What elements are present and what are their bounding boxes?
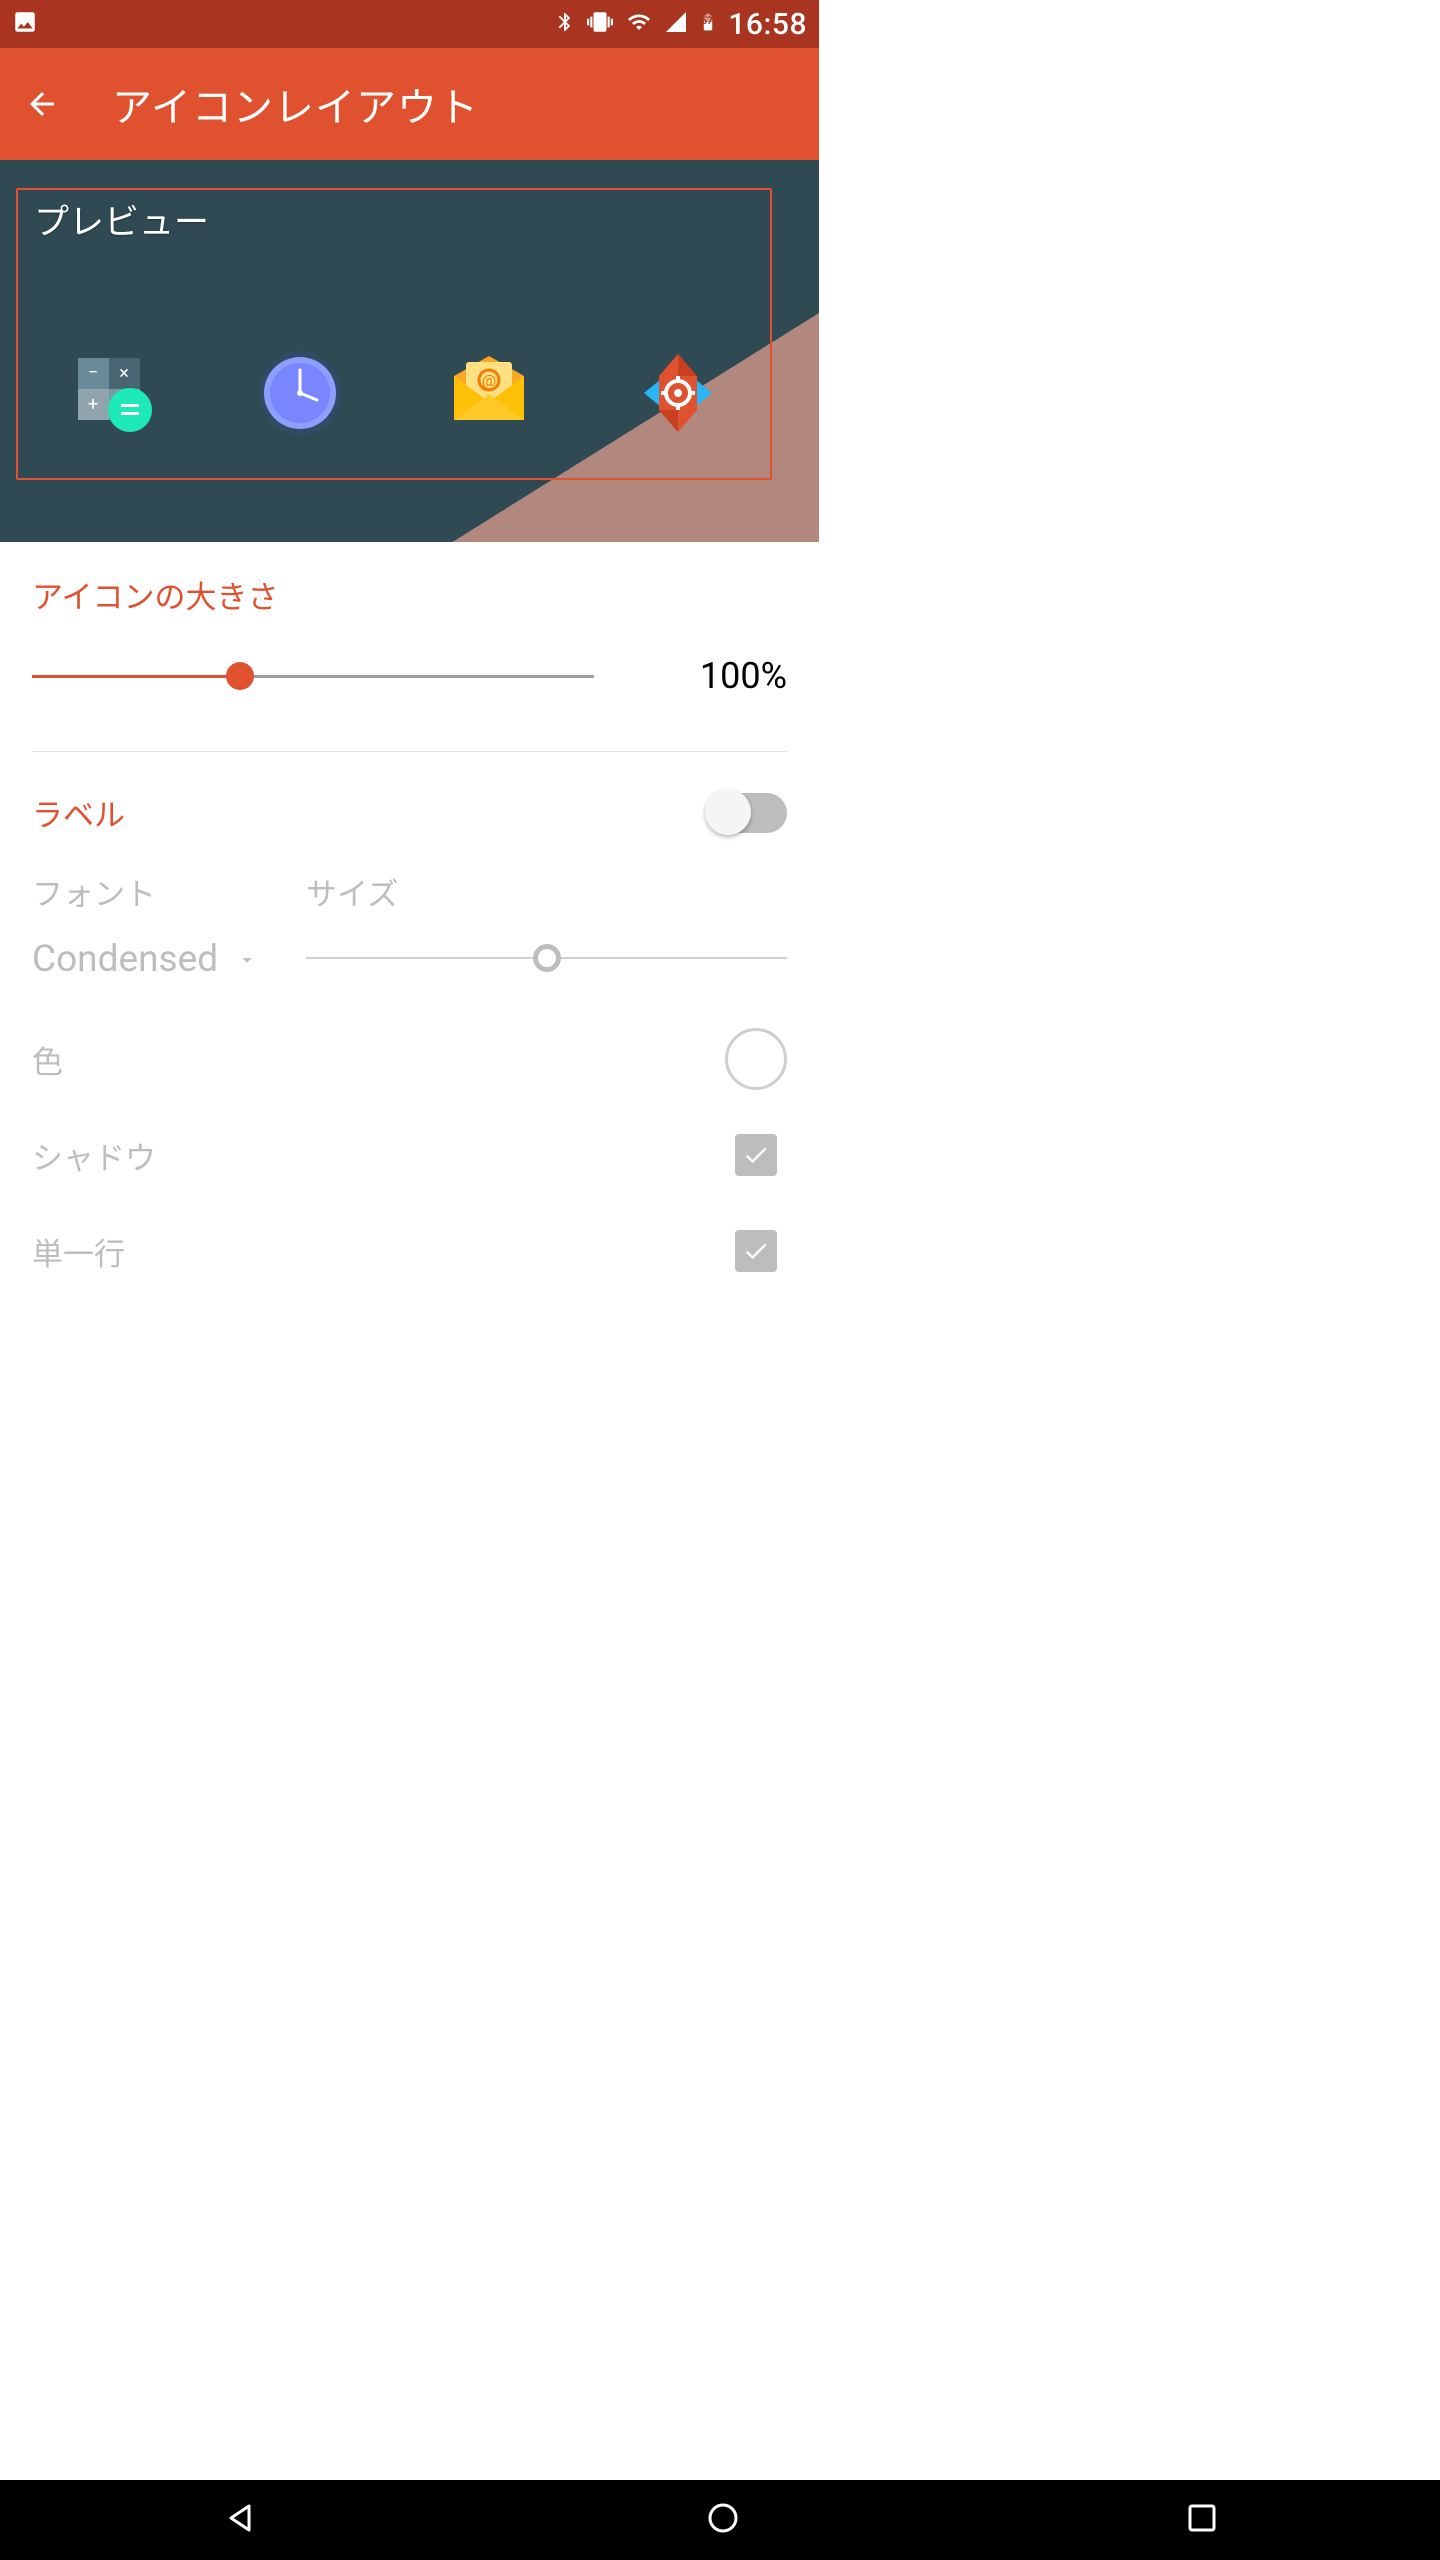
svg-text:@: @: [481, 371, 495, 390]
svg-text:+: +: [87, 394, 97, 415]
vibrate-icon: [586, 9, 614, 39]
wifi-icon: [624, 10, 654, 38]
preview-area: プレビュー − × +: [0, 160, 819, 542]
icon-size-title: アイコンの大きさ: [32, 572, 787, 617]
email-icon[interactable]: @: [442, 346, 536, 440]
icon-size-value: 100%: [700, 655, 787, 697]
clock-icon[interactable]: [253, 346, 347, 440]
color-swatch[interactable]: [725, 1028, 787, 1090]
status-bar: 57 16:58: [0, 0, 819, 48]
nova-settings-icon[interactable]: [631, 346, 725, 440]
font-size-slider[interactable]: [306, 938, 787, 978]
page-title: アイコンレイアウト: [112, 75, 479, 133]
image-icon: [12, 9, 38, 39]
labels-title: ラベル: [32, 790, 125, 835]
singleline-row[interactable]: 単一行: [32, 1203, 787, 1299]
font-label: フォント: [32, 869, 258, 914]
battery-icon: 57: [698, 8, 718, 40]
nav-home-icon[interactable]: [704, 2499, 742, 2541]
size-label: サイズ: [306, 869, 787, 914]
icon-size-slider[interactable]: [32, 656, 594, 696]
singleline-checkbox[interactable]: [735, 1230, 777, 1272]
labels-toggle[interactable]: [707, 793, 787, 833]
divider: [32, 751, 787, 752]
nav-recent-icon[interactable]: [1185, 2501, 1219, 2539]
calculator-icon[interactable]: − × +: [64, 346, 158, 440]
font-value: Condensed: [32, 938, 218, 981]
svg-text:×: ×: [119, 363, 129, 384]
signal-icon: [664, 10, 688, 38]
svg-text:−: −: [87, 362, 97, 383]
shadow-row[interactable]: シャドウ: [32, 1107, 787, 1203]
shadow-label: シャドウ: [32, 1133, 156, 1178]
nav-back-icon[interactable]: [221, 2498, 261, 2542]
app-bar: アイコンレイアウト: [0, 48, 819, 160]
bluetooth-icon: [554, 9, 576, 39]
status-time: 16:58: [728, 7, 807, 42]
color-row[interactable]: 色: [32, 1011, 787, 1107]
shadow-checkbox[interactable]: [735, 1134, 777, 1176]
battery-percent: 57: [701, 16, 712, 27]
android-nav-bar: [0, 2480, 1440, 2560]
chevron-down-icon: [236, 949, 258, 971]
singleline-label: 単一行: [32, 1229, 125, 1274]
back-button[interactable]: [20, 82, 64, 126]
color-label: 色: [32, 1037, 63, 1082]
font-select[interactable]: Condensed: [32, 938, 258, 981]
preview-label: プレビュー: [34, 194, 209, 245]
